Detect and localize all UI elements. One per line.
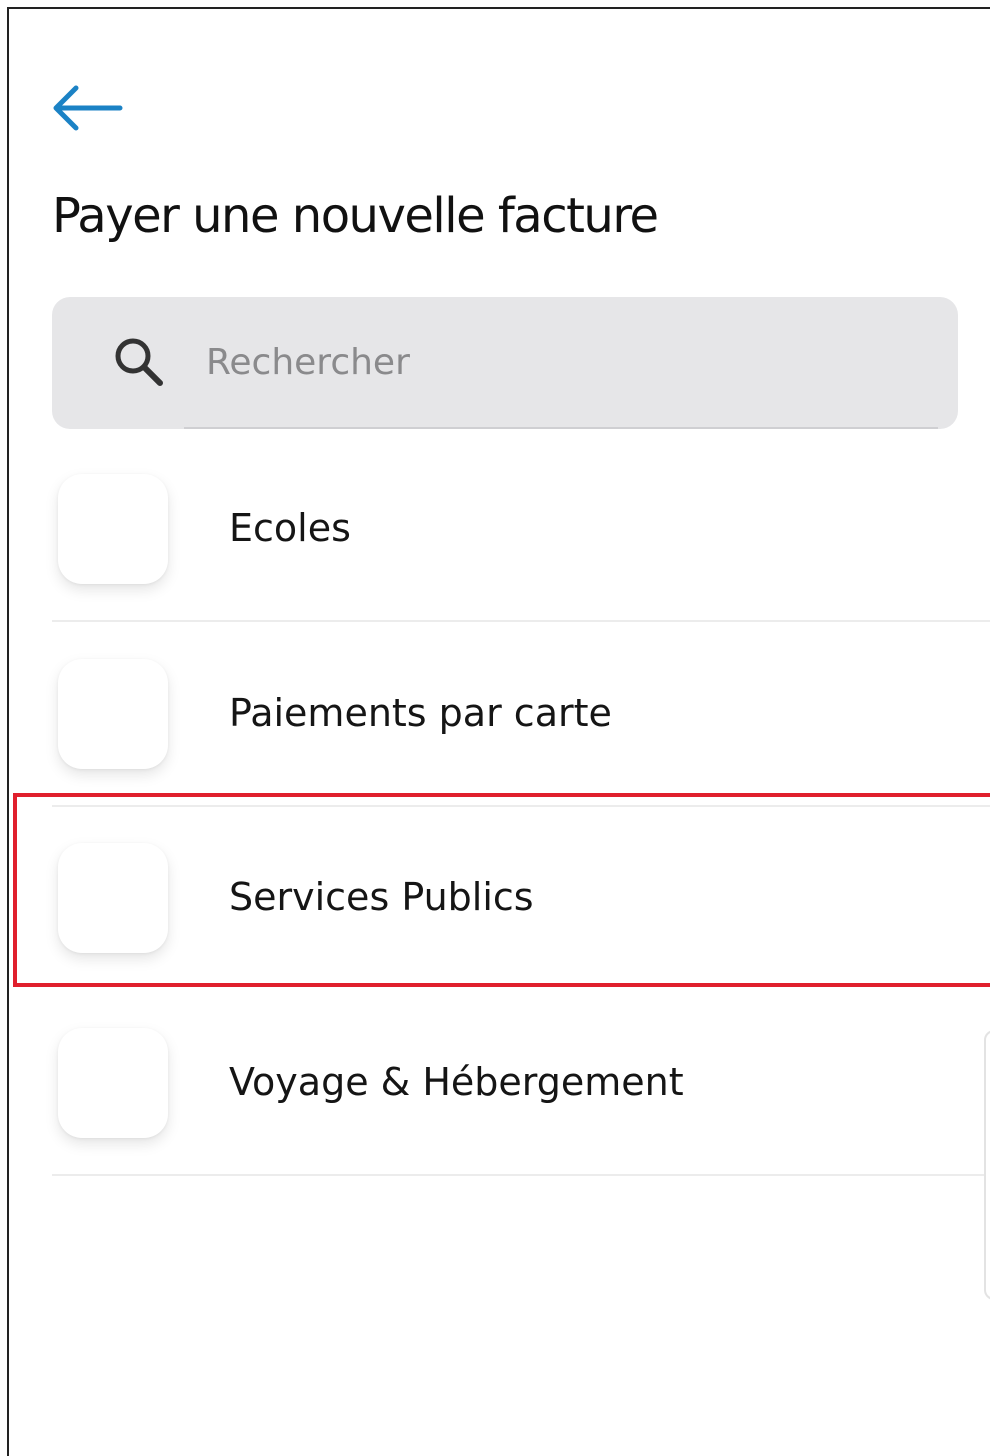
- arrow-left-icon: [53, 85, 123, 131]
- search-underline: [184, 427, 938, 429]
- side-panel-edge: [984, 1030, 990, 1300]
- search-input[interactable]: [206, 332, 906, 392]
- divider: [52, 1174, 990, 1176]
- divider: [52, 805, 990, 807]
- divider: [52, 620, 990, 622]
- category-item-services-publics[interactable]: Services Publics: [0, 829, 990, 1013]
- category-label: Ecoles: [229, 506, 351, 550]
- category-item-ecoles[interactable]: Ecoles: [0, 460, 990, 644]
- category-label: Paiements par carte: [229, 691, 612, 735]
- category-label: Services Publics: [229, 875, 534, 919]
- category-icon-tile: [58, 659, 168, 769]
- category-icon-tile: [58, 843, 168, 953]
- search-icon[interactable]: [112, 335, 166, 389]
- category-label: Voyage & Hébergement: [229, 1060, 684, 1104]
- category-icon-tile: [58, 1028, 168, 1138]
- category-icon-tile: [58, 474, 168, 584]
- back-button[interactable]: [48, 80, 126, 136]
- page-title: Payer une nouvelle facture: [52, 188, 659, 244]
- category-item-paiements-par-carte[interactable]: Paiements par carte: [0, 645, 990, 829]
- category-item-voyage-hebergement[interactable]: Voyage & Hébergement: [0, 1014, 990, 1198]
